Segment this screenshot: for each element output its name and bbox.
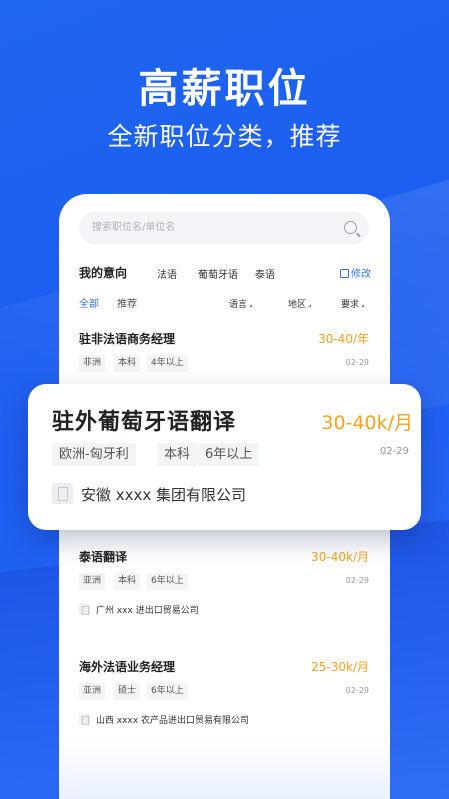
featured-job-tag: 欧洲-匈牙利 xyxy=(52,443,136,466)
featured-job-tag: 本科 xyxy=(157,443,198,466)
bottom-fade xyxy=(59,740,390,799)
region-dropdown[interactable]: 地区 xyxy=(288,297,312,310)
featured-job-tag: 6年以上 xyxy=(198,443,260,466)
job-card[interactable]: 海外法语业务经理 25-30k/月 亚洲 硕士 6年以上 02-29 山西 xx… xyxy=(79,658,371,730)
search-icon[interactable] xyxy=(344,221,357,234)
job-tag: 亚洲 xyxy=(79,683,106,700)
job-tag: 4年以上 xyxy=(147,355,188,372)
language-dropdown[interactable]: 语言 xyxy=(229,297,253,310)
job-salary: 30-40/年 xyxy=(318,332,369,346)
job-tag: 6年以上 xyxy=(147,573,188,590)
caret-icon xyxy=(249,304,253,307)
company-row: 山西 xxxx 农产品进出口贸易有限公司 xyxy=(79,713,249,726)
job-tag: 本科 xyxy=(114,355,141,372)
building-icon xyxy=(79,604,90,615)
filter-row: 全部 推荐 语言 地区 要求 xyxy=(79,295,371,311)
dropdown-label: 地区 xyxy=(288,300,307,310)
edit-label: 修改 xyxy=(351,269,371,280)
dropdown-label: 语言 xyxy=(229,300,248,310)
job-title: 驻非法语商务经理 xyxy=(79,332,176,346)
search-input[interactable]: 搜索职位名/单位名 xyxy=(79,212,369,244)
intent-title: 我的意向 xyxy=(79,266,128,280)
requirement-dropdown[interactable]: 要求 xyxy=(341,297,365,310)
job-tag: 6年以上 xyxy=(147,683,188,700)
hero-subtitle: 全新职位分类，推荐 xyxy=(107,122,342,151)
job-title: 泰语翻译 xyxy=(79,550,128,564)
featured-job-card[interactable]: 驻外葡萄牙语翻译 30-40k/月 欧洲-匈牙利 本科 6年以上 02-29 安… xyxy=(28,384,421,530)
dropdown-label: 要求 xyxy=(341,300,360,310)
building-icon xyxy=(52,483,73,504)
tab-all[interactable]: 全部 xyxy=(79,295,99,310)
search-placeholder: 搜索职位名/单位名 xyxy=(92,222,176,233)
caret-icon xyxy=(308,304,312,307)
job-date: 02-29 xyxy=(345,358,369,367)
caret-icon xyxy=(361,304,365,307)
job-card[interactable]: 泰语翻译 30-40k/月 亚洲 本科 6年以上 02-29 广州 xxx 进出… xyxy=(79,548,371,620)
intent-tag[interactable]: 葡萄牙语 xyxy=(198,266,238,281)
job-tag: 本科 xyxy=(114,573,141,590)
job-salary: 30-40k/月 xyxy=(311,550,369,564)
hero-title: 高薪职位 xyxy=(138,66,311,112)
tab-recommend[interactable]: 推荐 xyxy=(117,295,137,310)
job-tag: 非洲 xyxy=(79,355,106,372)
edit-intent-button[interactable]: 修改 xyxy=(340,265,371,280)
job-tag: 硕士 xyxy=(114,683,141,700)
company-name: 广州 xxx 进出口贸易公司 xyxy=(96,606,199,616)
featured-job-title: 驻外葡萄牙语翻译 xyxy=(52,410,237,435)
job-date: 02-29 xyxy=(345,576,369,585)
job-salary: 25-30k/月 xyxy=(311,660,369,674)
intent-row: 我的意向 法语 葡萄牙语 泰语 修改 xyxy=(79,264,371,284)
featured-job-salary: 30-40k/月 xyxy=(321,412,413,434)
intent-tag[interactable]: 法语 xyxy=(157,266,177,281)
featured-company-row: 安徽 xxxx 集团有限公司 xyxy=(52,483,246,505)
company-name: 山西 xxxx 农产品进出口贸易有限公司 xyxy=(96,716,250,726)
job-date: 02-29 xyxy=(345,686,369,695)
featured-job-date: 02-29 xyxy=(379,446,409,457)
building-icon xyxy=(79,714,90,725)
job-card[interactable]: 驻非法语商务经理 30-40/年 非洲 本科 4年以上 02-29 xyxy=(79,330,371,380)
job-tag: 亚洲 xyxy=(79,573,106,590)
intent-tag[interactable]: 泰语 xyxy=(255,266,275,281)
edit-icon xyxy=(340,269,349,278)
company-row: 广州 xxx 进出口贸易公司 xyxy=(79,603,199,616)
job-title: 海外法语业务经理 xyxy=(79,660,176,674)
featured-company-name: 安徽 xxxx 集团有限公司 xyxy=(81,486,247,504)
